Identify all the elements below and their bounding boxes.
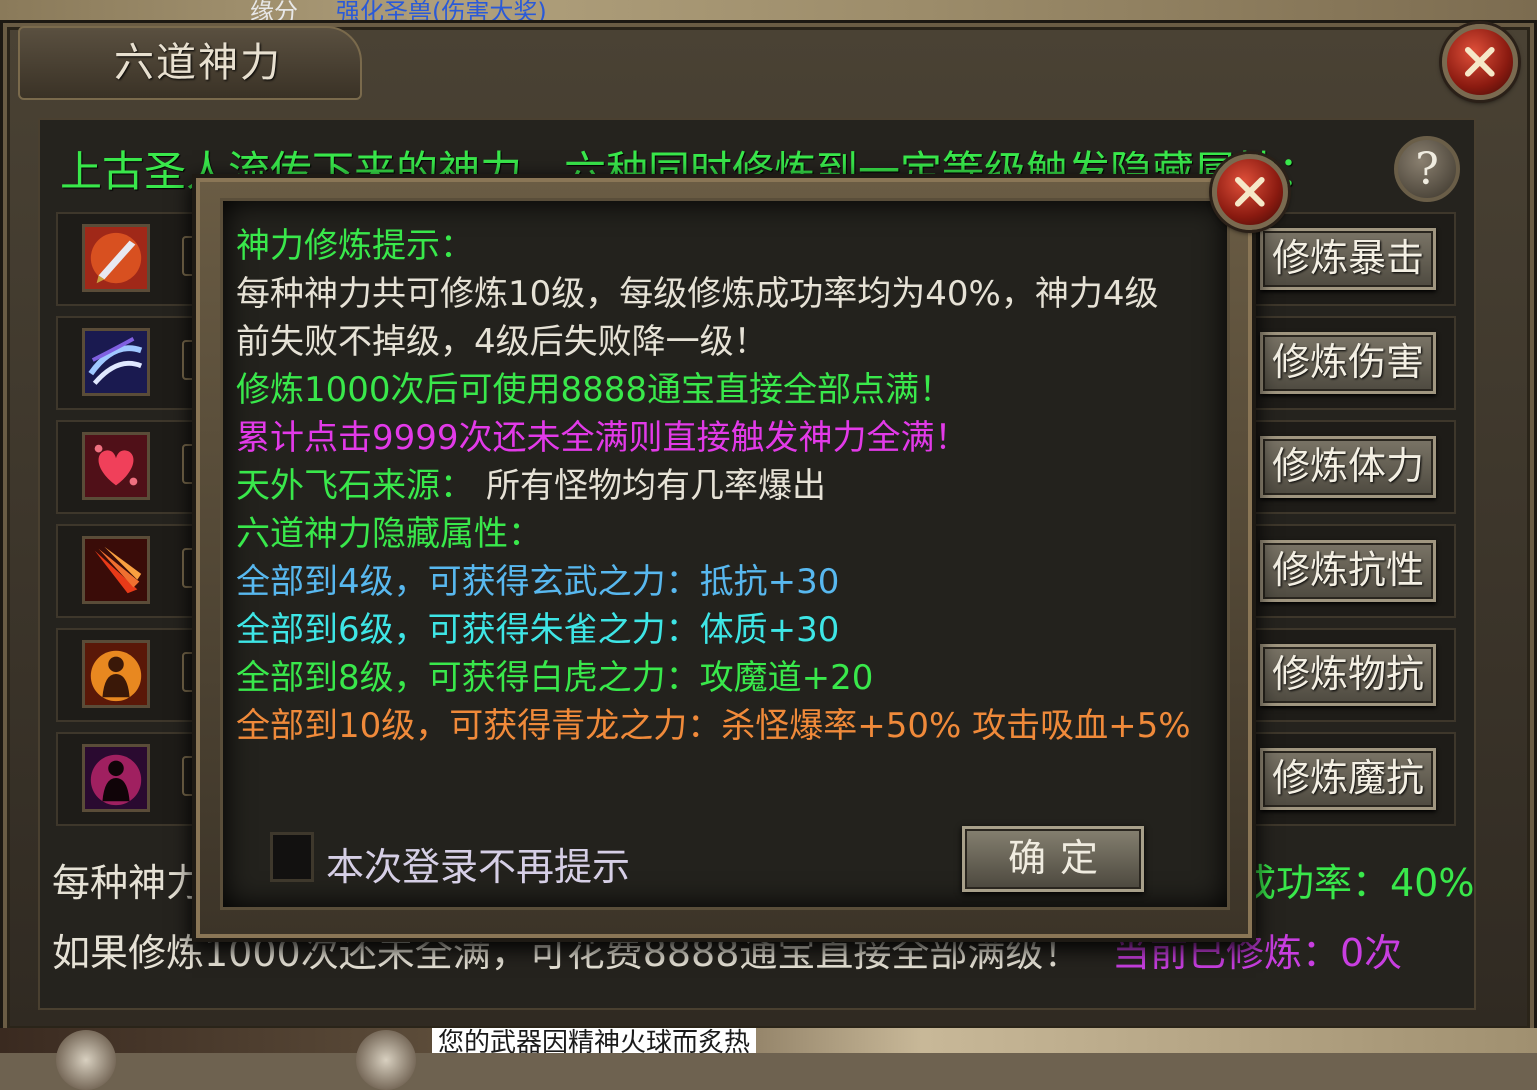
game-top-text: 缘分	[250, 0, 298, 22]
tip-source-value: 所有怪物均有几率爆出	[486, 466, 826, 506]
dark-aura-skill-icon	[82, 744, 150, 812]
footer-info-left: 每种神力	[52, 861, 205, 905]
blade-skill-icon	[82, 224, 150, 292]
game-bottom-bar: 您的武器因精神火球而炙热	[0, 1028, 1537, 1053]
dont-show-again-checkbox[interactable]	[270, 832, 314, 882]
system-message: 您的武器因精神火球而炙热	[432, 1028, 757, 1053]
confirm-button[interactable]: 确定	[962, 826, 1144, 892]
hp-orb	[56, 1030, 116, 1090]
success-rate-text: 成功率：40%	[1238, 861, 1475, 905]
train-resist-button[interactable]: 修炼抗性	[1260, 540, 1436, 602]
tip-bonus-line: 全部到6级，可获得朱雀之力：体质+30	[236, 610, 840, 650]
dialog-close-button[interactable]	[1212, 154, 1288, 230]
help-button[interactable]: ?	[1394, 136, 1460, 202]
tip-hidden-attr-heading: 六道神力隐藏属性：	[236, 514, 542, 554]
train-stamina-button[interactable]: 修炼体力	[1260, 436, 1436, 498]
golden-aura-skill-icon	[82, 640, 150, 708]
tip-text: 每种神力共可修炼10级，每级修炼成功率均为40%，神力4级	[236, 274, 1159, 314]
mp-orb	[356, 1030, 416, 1090]
lightning-skill-icon	[82, 328, 150, 396]
train-damage-button[interactable]: 修炼伤害	[1260, 332, 1436, 394]
game-top-text: 强化圣兽(伤害大奖)	[336, 0, 547, 22]
panel-close-button[interactable]	[1442, 24, 1518, 100]
tip-heading: 神力修炼提示：	[236, 226, 474, 266]
tip-bonus-line: 全部到10级，可获得青龙之力：杀怪爆率+50% 攻击吸血+5%	[236, 706, 1191, 746]
train-crit-button[interactable]: 修炼暴击	[1260, 228, 1436, 290]
tip-text: 修炼1000次后可使用8888通宝直接全部点满！	[236, 370, 954, 410]
tip-text: 累计点击9999次还未全满则直接触发神力全满！	[236, 418, 969, 458]
train-physical-resist-button[interactable]: 修炼物抗	[1260, 644, 1436, 706]
fire-claw-skill-icon	[82, 536, 150, 604]
tip-bonus-line: 全部到8级，可获得白虎之力：攻魔道+20	[236, 658, 874, 698]
heart-skill-icon	[82, 432, 150, 500]
dont-show-again-label: 本次登录不再提示	[326, 845, 631, 889]
close-icon	[1235, 177, 1265, 207]
train-magic-resist-button[interactable]: 修炼魔抗	[1260, 748, 1436, 810]
tip-bonus-line: 全部到4级，可获得玄武之力：抵抗+30	[236, 562, 840, 602]
game-top-bar: 缘分 强化圣兽(伤害大奖)	[0, 0, 1537, 22]
close-icon	[1465, 47, 1495, 77]
tip-source-label: 天外飞石来源：	[236, 466, 474, 506]
tip-text: 前失败不掉级，4级后失败降一级！	[236, 322, 768, 362]
panel-title: 六道神力	[114, 40, 282, 86]
